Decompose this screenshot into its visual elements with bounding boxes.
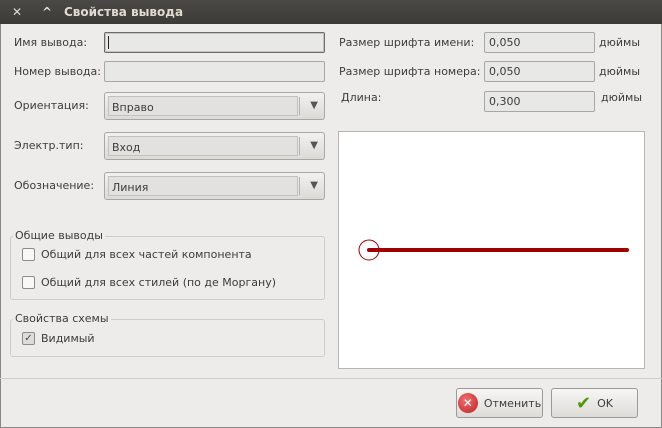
pin-number-label: Номер вывода: [14,65,101,78]
length-value: 0,300 [489,95,521,108]
elec-type-label: Электр.тип: [14,139,84,152]
pin-name-label: Имя вывода: [14,36,88,49]
text-caret [108,36,109,49]
visible-checkbox[interactable]: ✓ [22,332,35,345]
all-parts-checkbox[interactable] [22,248,35,261]
combo-separator [299,97,300,115]
chevron-down-icon: ▼ [310,180,318,191]
length-label: Длина: [341,91,382,104]
pin-preview-drawing [358,239,629,261]
shape-value: Линия [108,176,298,196]
orientation-value: Вправо [108,96,298,116]
shade-icon[interactable]: ^ [38,3,56,21]
combo-separator [299,177,300,195]
window-title: Свойства вывода [64,5,184,19]
ok-button[interactable]: ✔ OK [551,388,638,418]
close-icon[interactable]: ✕ [8,3,26,21]
name-size-label: Размер шрифта имени: [339,36,475,49]
pin-preview-canvas [338,131,645,369]
title-bar: ✕ ^ Свойства вывода [0,0,662,24]
pin-number-input[interactable] [104,61,325,82]
name-size-input[interactable]: 0,050 [484,32,595,53]
button-separator [0,378,662,379]
length-input[interactable]: 0,300 [484,91,595,112]
chevron-down-icon: ▼ [310,140,318,151]
length-unit: дюймы [601,91,642,104]
all-parts-label[interactable]: Общий для всех частей компонента [41,248,252,261]
checkmark-icon: ✔ [576,392,592,414]
number-size-input[interactable]: 0,050 [484,61,595,82]
cancel-label: Отменить [483,396,542,410]
visible-label[interactable]: Видимый [41,332,95,345]
schematic-props-title: Свойства схемы [13,312,111,325]
elec-type-combo[interactable]: Вход ▼ [104,132,325,160]
elec-type-value: Вход [108,136,298,156]
number-size-label: Размер шрифта номера: [339,65,481,78]
all-styles-label[interactable]: Общий для всех стилей (по де Моргану) [41,276,276,289]
cancel-icon: ✕ [457,393,478,413]
name-size-value: 0,050 [489,36,521,49]
number-size-value: 0,050 [489,65,521,78]
pin-name-input[interactable] [104,32,325,53]
name-size-unit: дюймы [599,36,640,49]
common-pins-group [10,236,325,300]
orientation-combo[interactable]: Вправо ▼ [104,92,325,120]
all-styles-checkbox[interactable] [22,276,35,289]
common-pins-title: Общие выводы [13,229,105,242]
ok-label: OK [597,396,613,410]
combo-separator [299,137,300,155]
orientation-label: Ориентация: [14,99,89,112]
chevron-down-icon: ▼ [310,100,318,111]
cancel-button[interactable]: ✕ Отменить [456,388,543,418]
shape-combo[interactable]: Линия ▼ [104,172,325,200]
shape-label: Обозначение: [14,179,95,192]
number-size-unit: дюймы [599,65,640,78]
